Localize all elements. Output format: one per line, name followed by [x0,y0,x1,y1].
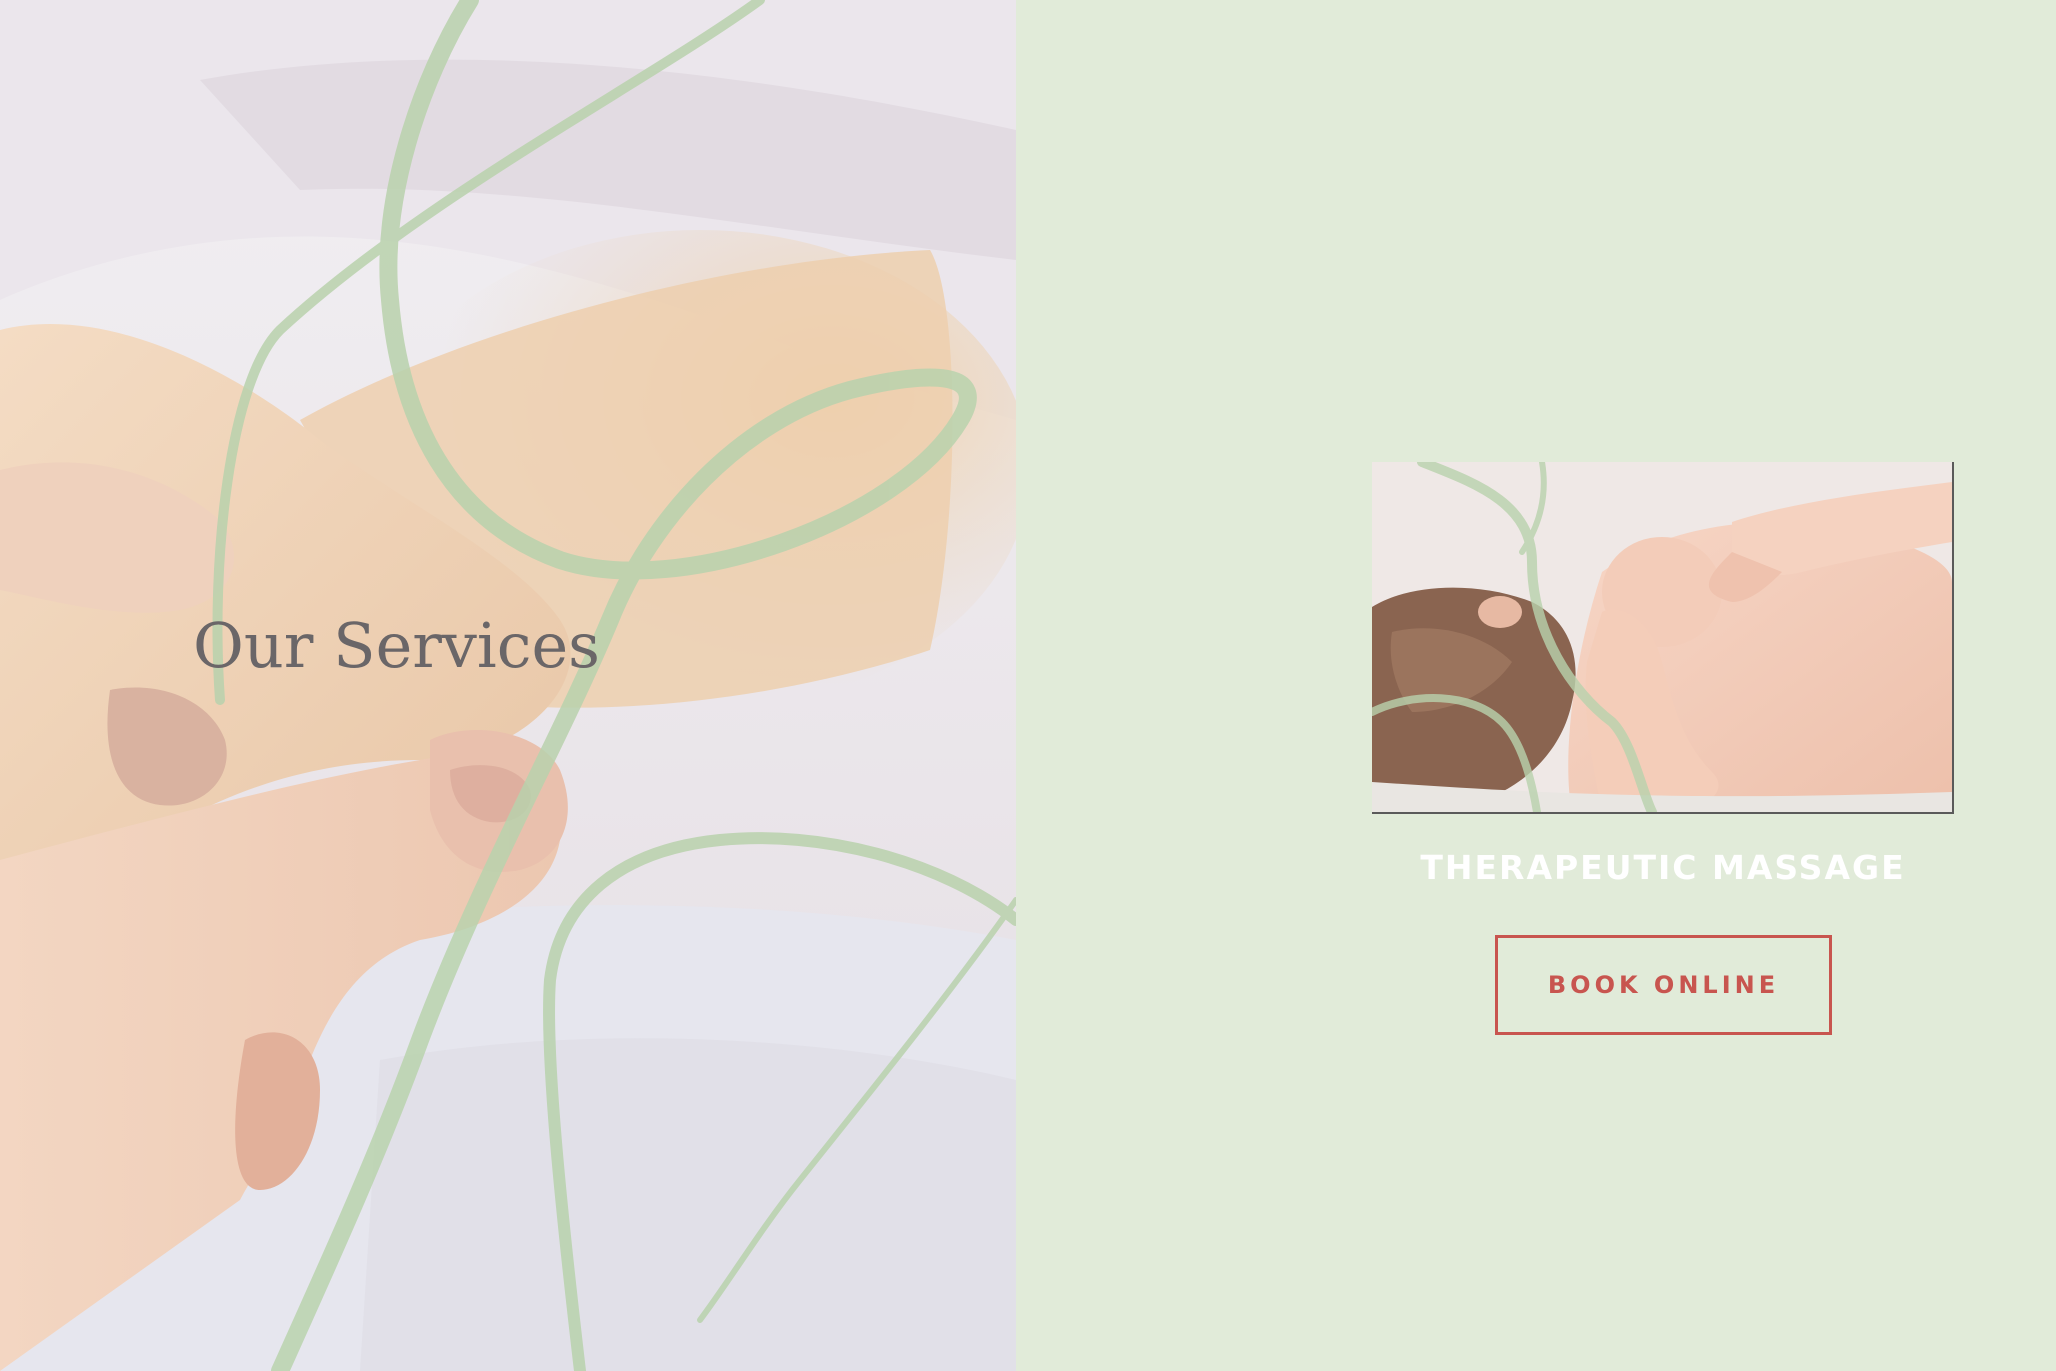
shoulder-massage-image [1372,462,1952,812]
book-online-button[interactable]: BOOK ONLINE [1495,935,1832,1035]
service-card-image[interactable] [1372,462,1954,814]
services-page: Our Services THERAPEUTIC MASSAGE BOOK ON… [0,0,2056,1371]
service-card: THERAPEUTIC MASSAGE [1016,0,2056,1371]
hero-section: Our Services [0,0,1016,1371]
service-title: THERAPEUTIC MASSAGE [1420,848,1906,887]
massage-hands-image [0,0,1016,1371]
page-title: Our Services [193,609,600,682]
